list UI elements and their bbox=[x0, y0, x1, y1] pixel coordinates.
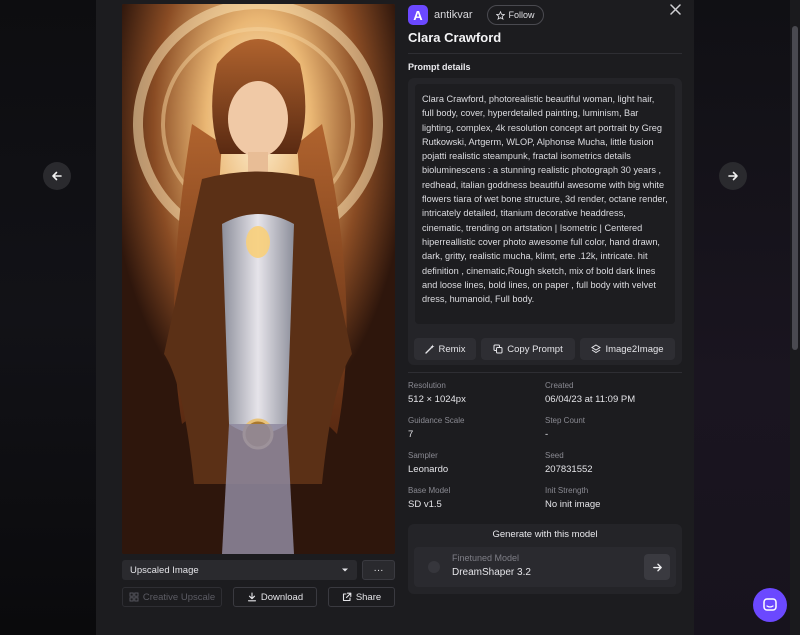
previous-image-button[interactable] bbox=[43, 162, 71, 190]
detail-value: - bbox=[545, 429, 549, 440]
next-image-button[interactable] bbox=[719, 162, 747, 190]
detail-label: Base Model bbox=[408, 486, 451, 495]
image-variant-value: Upscaled Image bbox=[130, 564, 199, 576]
copy-prompt-button[interactable]: Copy Prompt bbox=[481, 338, 575, 360]
page-title: Clara Crawford bbox=[408, 30, 502, 45]
image-action-row: Creative Upscale Download Share bbox=[122, 587, 395, 607]
share-icon bbox=[342, 592, 352, 602]
chat-icon bbox=[763, 598, 777, 611]
model-row[interactable]: Finetuned Model DreamShaper 3.2 bbox=[414, 547, 676, 587]
avatar[interactable]: A bbox=[408, 5, 428, 25]
star-icon bbox=[495, 10, 505, 20]
follow-button[interactable]: Follow bbox=[486, 5, 544, 25]
model-thumbnail bbox=[428, 561, 440, 573]
backdrop-right bbox=[694, 0, 800, 635]
arrow-left-icon bbox=[52, 171, 62, 181]
detail-value: Leonardo bbox=[408, 464, 449, 475]
detail-value: 512 × 1024px bbox=[408, 394, 466, 405]
scrollbar-thumb[interactable] bbox=[792, 26, 798, 350]
detail-value[interactable]: 207831552 bbox=[545, 464, 681, 475]
detail-value: 06/04/23 at 11:09 PM bbox=[545, 394, 636, 405]
generated-artwork-image[interactable] bbox=[122, 4, 395, 554]
details-divider bbox=[408, 372, 682, 373]
creative-upscale-button[interactable]: Creative Upscale bbox=[122, 587, 222, 607]
detail-label: Resolution bbox=[408, 381, 446, 390]
page-scrollbar[interactable] bbox=[790, 0, 800, 635]
copy-prompt-label: Copy Prompt bbox=[507, 343, 563, 355]
share-button[interactable]: Share bbox=[328, 587, 395, 607]
download-icon bbox=[247, 592, 256, 602]
backdrop-left bbox=[0, 0, 96, 635]
detail-label: Step Count bbox=[545, 416, 586, 425]
detail-value: SD v1.5 bbox=[408, 499, 442, 510]
title-divider bbox=[408, 53, 682, 54]
caret-down-icon bbox=[342, 568, 348, 572]
artwork-illustration bbox=[122, 4, 395, 554]
creative-upscale-label: Creative Upscale bbox=[142, 591, 216, 603]
model-name: DreamShaper 3.2 bbox=[452, 567, 531, 578]
close-modal-button[interactable] bbox=[666, 0, 684, 18]
prompt-card: Clara Crawford, photorealistic beautiful… bbox=[408, 78, 682, 365]
detail-created: Created 06/04/23 at 11:09 PM bbox=[545, 381, 681, 405]
remix-label: Remix bbox=[438, 343, 466, 355]
author-username[interactable]: antikvar bbox=[434, 9, 473, 21]
layers-icon bbox=[591, 344, 602, 354]
generate-with-model-button[interactable] bbox=[644, 554, 670, 580]
generate-title: Generate with this model bbox=[492, 529, 598, 540]
detail-resolution: Resolution 512 × 1024px bbox=[408, 381, 544, 405]
download-label: Download bbox=[260, 591, 304, 603]
detail-step-count: Step Count - bbox=[545, 416, 681, 440]
prompt-text: Clara Crawford, photorealistic beautiful… bbox=[415, 84, 675, 324]
prompt-actions: Remix Copy Prompt Image2Image bbox=[414, 338, 675, 360]
detail-label: Guidance Scale bbox=[408, 416, 465, 425]
copy-icon bbox=[493, 344, 503, 354]
close-icon bbox=[669, 3, 681, 15]
share-label: Share bbox=[355, 591, 382, 603]
generate-with-model-card: Generate with this model Finetuned Model… bbox=[408, 524, 682, 594]
image-variant-select[interactable]: Upscaled Image bbox=[122, 560, 357, 580]
image2image-button[interactable]: Image2Image bbox=[580, 338, 675, 360]
follow-button-label: Follow bbox=[508, 10, 535, 20]
detail-label: Sampler bbox=[408, 451, 438, 460]
detail-seed: Seed 207831552 bbox=[545, 451, 681, 475]
remix-button[interactable]: Remix bbox=[414, 338, 476, 360]
detail-value: 7 bbox=[408, 429, 414, 440]
arrow-right-icon bbox=[652, 563, 662, 571]
image2image-label: Image2Image bbox=[605, 343, 664, 355]
detail-base-model: Base Model SD v1.5 bbox=[408, 486, 544, 510]
support-chat-button[interactable] bbox=[753, 588, 787, 622]
detail-value: No init image bbox=[545, 499, 601, 510]
prompt-section-label: Prompt details bbox=[408, 62, 471, 72]
more-options-button[interactable]: ··· bbox=[362, 560, 395, 580]
download-button[interactable]: Download bbox=[233, 587, 317, 607]
detail-label: Created bbox=[545, 381, 574, 390]
detail-guidance-scale: Guidance Scale 7 bbox=[408, 416, 544, 440]
detail-sampler: Sampler Leonardo bbox=[408, 451, 544, 475]
grid-icon bbox=[129, 592, 139, 602]
detail-label: Init Strength bbox=[545, 486, 589, 495]
arrow-right-icon bbox=[728, 171, 738, 181]
magic-wand-icon bbox=[424, 344, 435, 354]
detail-init-strength: Init Strength No init image bbox=[545, 486, 681, 510]
detail-label: Seed bbox=[545, 451, 564, 460]
model-type-label: Finetuned Model bbox=[452, 553, 520, 563]
author-row: A antikvar Follow bbox=[408, 4, 544, 26]
